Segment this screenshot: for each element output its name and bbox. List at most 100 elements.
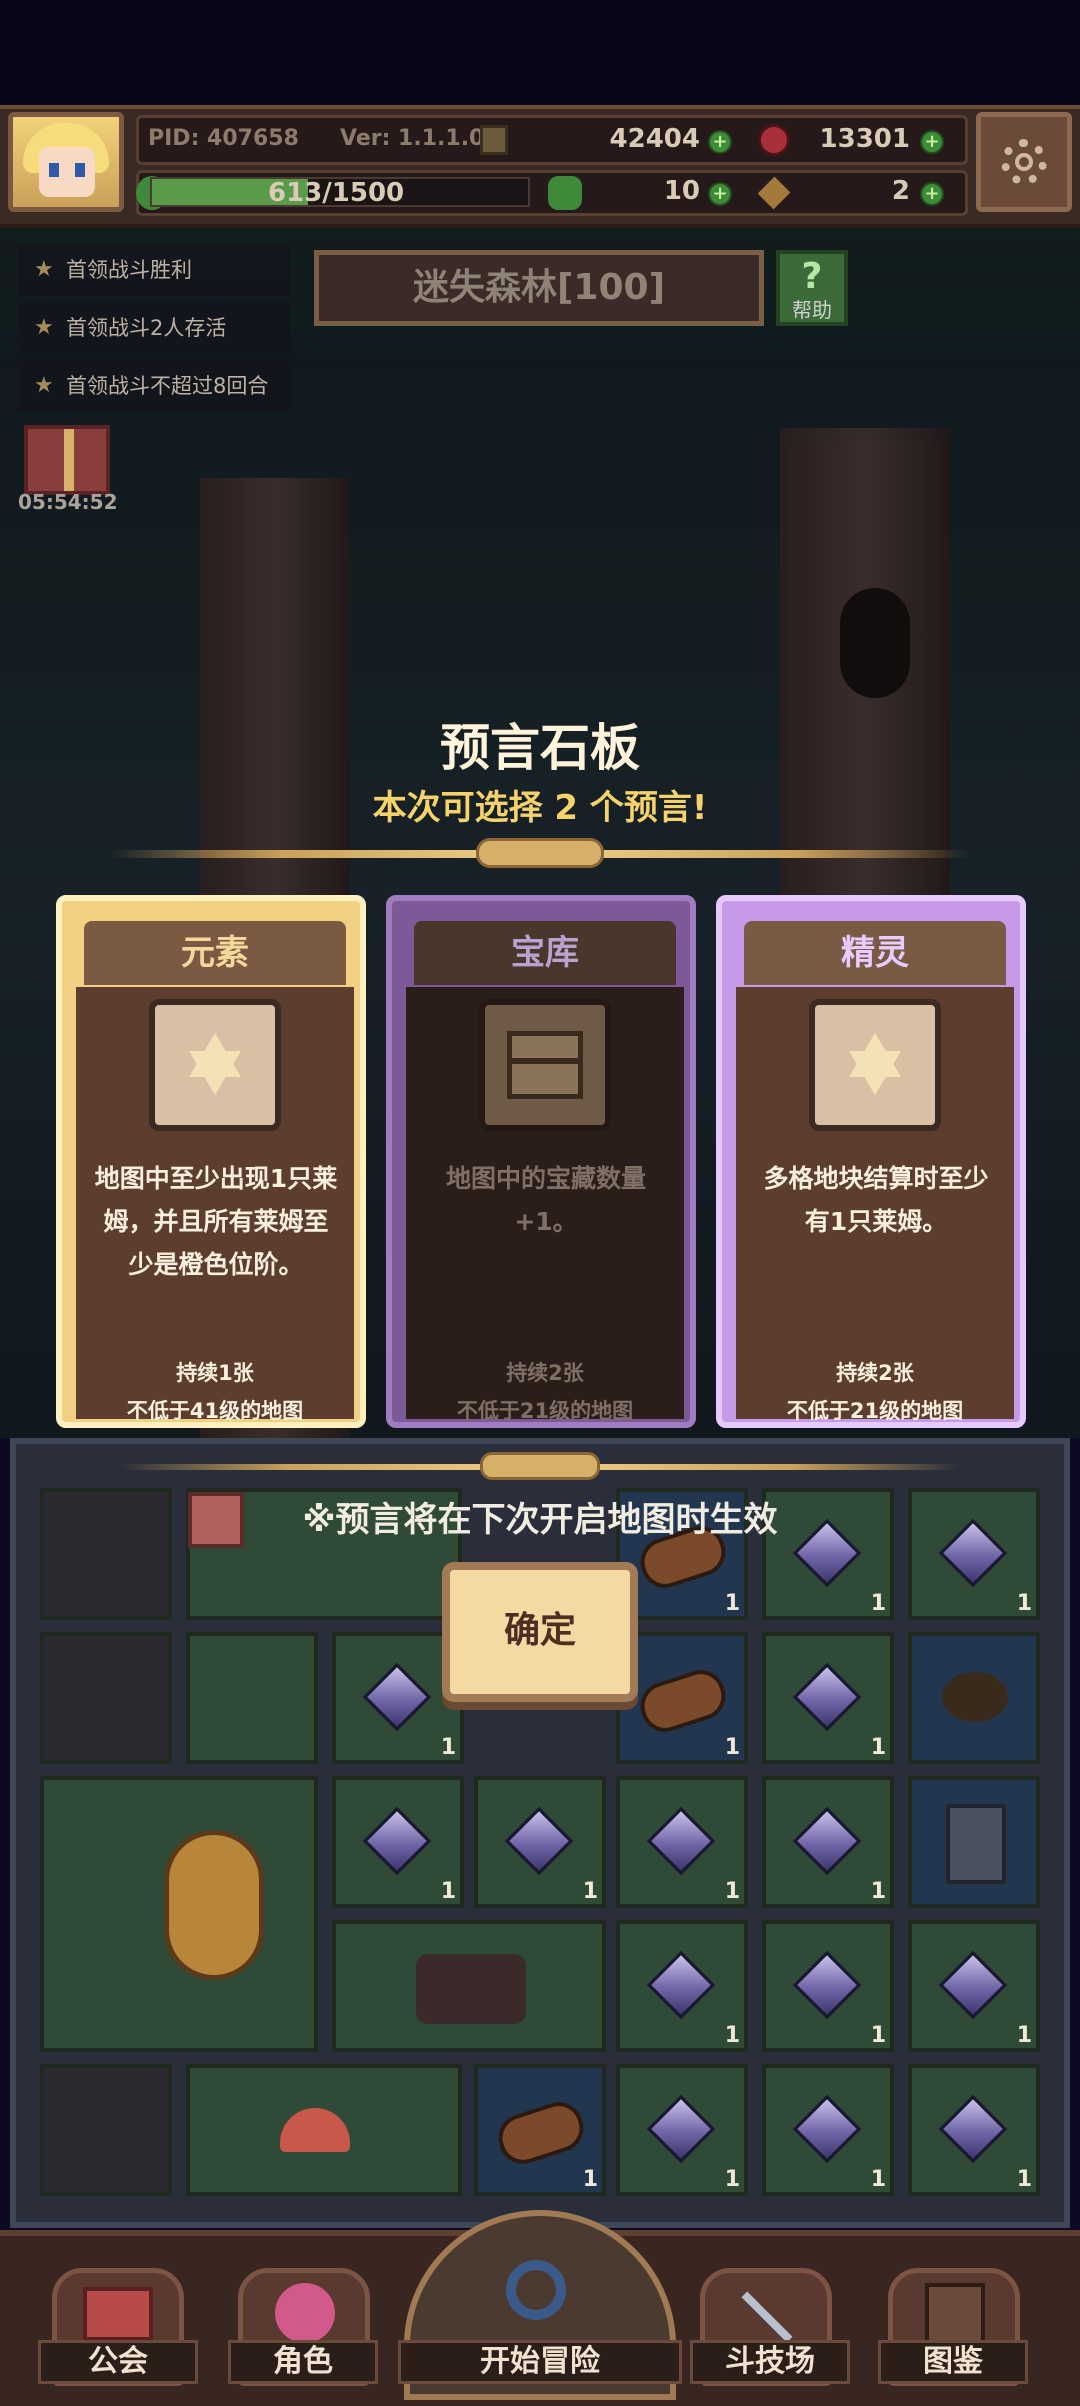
crystal-icon <box>792 1950 862 2020</box>
nav-label-character: 角色 <box>228 2340 378 2384</box>
crystal-icon <box>938 2094 1008 2164</box>
prophecy-card-spirit[interactable]: 精灵 多格地块结算时至少有1只莱姆。 持续2张 不低于21级的地图 <box>716 895 1026 1428</box>
prophecy-card-treasury[interactable]: 宝库 地图中的宝藏数量+1。 持续2张 不低于21级的地图 <box>386 895 696 1428</box>
crystal-icon <box>792 2094 862 2164</box>
ornament-center <box>480 1452 600 1480</box>
prophecy-notice: ※预言将在下次开启地图时生效 <box>302 1500 778 1540</box>
crystal-icon <box>362 1662 432 1732</box>
prophecy-card-element[interactable]: 元素 地图中至少出现1只莱姆，并且所有莱姆至少是橙色位阶。 持续1张 不低于41… <box>56 895 366 1428</box>
card-description: 多格地块结算时至少有1只莱姆。 <box>763 1164 989 1236</box>
map-tile[interactable]: 1 <box>474 2064 606 2196</box>
map-title: 迷失森林[100] <box>314 250 764 326</box>
map-tile[interactable]: 1 <box>474 1776 606 1908</box>
star-icon: ★ <box>34 257 54 282</box>
question-icon: ? <box>801 256 823 297</box>
map-tile[interactable]: 1 <box>616 1776 748 1908</box>
ruby-icon <box>758 124 790 156</box>
player-id: PID: 407658 <box>148 126 299 151</box>
star-icon: ★ <box>34 315 54 340</box>
crossed-swords-icon <box>741 2291 793 2343</box>
map-tile[interactable] <box>908 1632 1040 1764</box>
card-level-requirement: 不低于41级的地图 <box>126 1399 304 1423</box>
map-tile[interactable]: 1 <box>908 2064 1040 2196</box>
card-description: 地图中的宝藏数量+1。 <box>445 1164 646 1236</box>
map-tile-beehive[interactable] <box>40 1776 318 2052</box>
map-tile[interactable]: 1 <box>762 1776 894 1908</box>
map-tile[interactable] <box>186 1632 318 1764</box>
modal-subtitle: 本次可选择 2 个预言! <box>372 788 708 828</box>
quest-item: ★ 首领战斗胜利 <box>18 244 290 296</box>
help-button[interactable]: ? 帮助 <box>776 250 848 326</box>
quest-item: ★ 首领战斗不超过8回合 <box>18 360 290 412</box>
key-amount: 2 <box>891 176 910 206</box>
stump-icon <box>416 1954 526 2024</box>
map-tile-stump[interactable] <box>332 1920 606 2052</box>
coin-icon <box>480 125 508 155</box>
mushroom-icon <box>280 2108 350 2152</box>
crystal-icon <box>646 2094 716 2164</box>
map-tile-mushrooms[interactable] <box>186 2064 462 2196</box>
confirm-button[interactable]: 确定 <box>442 1562 638 1702</box>
card-duration: 持续2张 <box>506 1361 584 1385</box>
add-coins-button[interactable]: + <box>708 130 732 154</box>
crystal-icon <box>646 1950 716 2020</box>
crystal-icon <box>792 1806 862 1876</box>
guild-house-icon <box>83 2287 153 2341</box>
map-tile[interactable] <box>40 2064 172 2196</box>
add-key-button[interactable]: + <box>920 182 944 206</box>
gift-timer: 05:54:52 <box>18 490 118 514</box>
card-level-requirement: 不低于21级的地图 <box>786 1399 964 1423</box>
magnifier-icon <box>506 2260 566 2320</box>
status-bar-area <box>0 0 1080 105</box>
crystal-icon <box>504 1806 574 1876</box>
treasure-chest-icon <box>479 999 611 1131</box>
map-tile[interactable]: 1 <box>762 2064 894 2196</box>
clover-amount: 10 <box>663 176 700 206</box>
clover-icon <box>548 176 582 210</box>
gift-box-icon[interactable] <box>24 425 110 495</box>
add-gems-button[interactable]: + <box>920 130 944 154</box>
add-clover-button[interactable]: + <box>708 182 732 206</box>
crystal-icon <box>362 1806 432 1876</box>
card-duration: 持续2张 <box>836 1361 914 1385</box>
door-icon <box>946 1804 1006 1884</box>
crystal-icon <box>646 1806 716 1876</box>
nav-label-arena: 斗技场 <box>690 2340 850 2384</box>
map-tile[interactable]: 1 <box>616 1920 748 2052</box>
nav-label-codex: 图鉴 <box>878 2340 1028 2384</box>
card-title: 精灵 <box>744 921 1006 985</box>
player-avatar[interactable] <box>8 112 124 212</box>
crystal-icon <box>792 1662 862 1732</box>
exp-text: 613/1500 <box>268 178 405 208</box>
map-tile[interactable] <box>40 1632 172 1764</box>
hexagram-icon <box>149 999 281 1131</box>
card-level-requirement: 不低于21级的地图 <box>456 1399 634 1423</box>
ornament-center <box>476 838 604 868</box>
star-icon: ★ <box>34 373 54 398</box>
map-tile[interactable]: 1 <box>762 1632 894 1764</box>
cauldron-icon <box>942 1672 1008 1722</box>
character-icon <box>275 2283 335 2343</box>
coin-amount: 42404 <box>609 124 700 154</box>
game-version: Ver: 1.1.1.0 <box>340 126 485 151</box>
map-tile[interactable]: 1 <box>616 2064 748 2196</box>
settings-button[interactable] <box>976 112 1072 212</box>
map-tile[interactable]: 1 <box>332 1776 464 1908</box>
map-tile[interactable]: 1 <box>908 1920 1040 2052</box>
map-tile[interactable]: 1 <box>762 1920 894 2052</box>
nav-label-start: 开始冒险 <box>398 2340 682 2384</box>
card-description: 地图中至少出现1只莱姆，并且所有莱姆至少是橙色位阶。 <box>94 1164 338 1279</box>
card-title: 元素 <box>84 921 346 985</box>
card-duration: 持续1张 <box>176 1361 254 1385</box>
help-label: 帮助 <box>792 298 832 322</box>
hexagram-icon <box>809 999 941 1131</box>
nav-label-guild: 公会 <box>38 2340 198 2384</box>
card-title: 宝库 <box>414 921 676 985</box>
log-icon <box>634 1663 732 1739</box>
gem-amount: 13301 <box>819 124 910 154</box>
quest-item: ★ 首领战斗2人存活 <box>18 302 290 354</box>
map-tile[interactable] <box>908 1776 1040 1908</box>
book-icon <box>925 2283 985 2345</box>
log-icon <box>492 2095 590 2171</box>
beehive-icon <box>164 1830 264 1980</box>
